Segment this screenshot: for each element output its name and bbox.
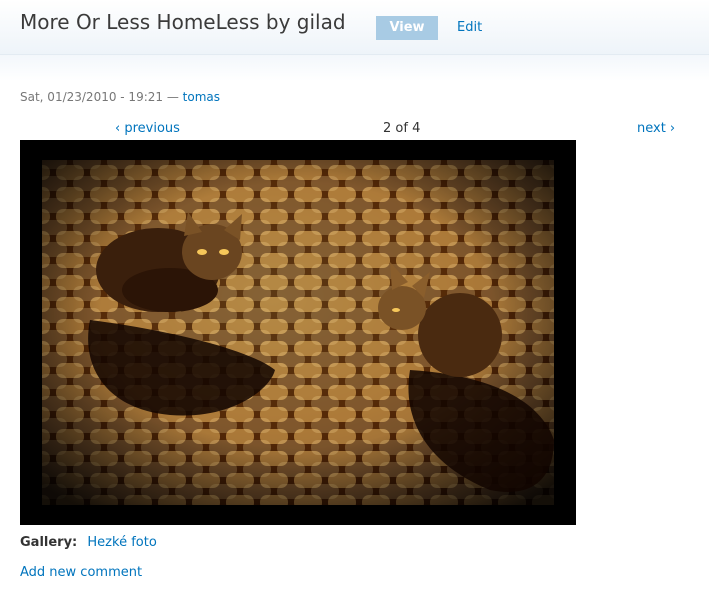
tab-view[interactable]: View <box>376 16 438 40</box>
submitted-separator: — <box>166 90 179 104</box>
author-link[interactable]: tomas <box>183 90 220 104</box>
submitted-info: Sat, 01/23/2010 - 19:21 — tomas <box>20 90 220 104</box>
previous-link[interactable]: ‹ previous <box>115 121 180 136</box>
add-comment-link[interactable]: Add new comment <box>20 565 142 580</box>
gallery-field: Gallery: Hezké foto <box>20 535 157 550</box>
header-shadow <box>0 55 709 81</box>
pager-count: 2 of 4 <box>383 121 421 136</box>
gallery-photo[interactable] <box>20 140 576 525</box>
tab-edit[interactable]: Edit <box>457 16 482 40</box>
post-date: Sat, 01/23/2010 - 19:21 <box>20 90 164 104</box>
next-link[interactable]: next › <box>637 121 675 136</box>
gallery-label: Gallery: <box>20 535 78 550</box>
page-title: More Or Less HomeLess by gilad <box>20 10 346 34</box>
gallery-link[interactable]: Hezké foto <box>87 535 156 550</box>
photo-cats-on-cobblestones <box>20 140 576 525</box>
